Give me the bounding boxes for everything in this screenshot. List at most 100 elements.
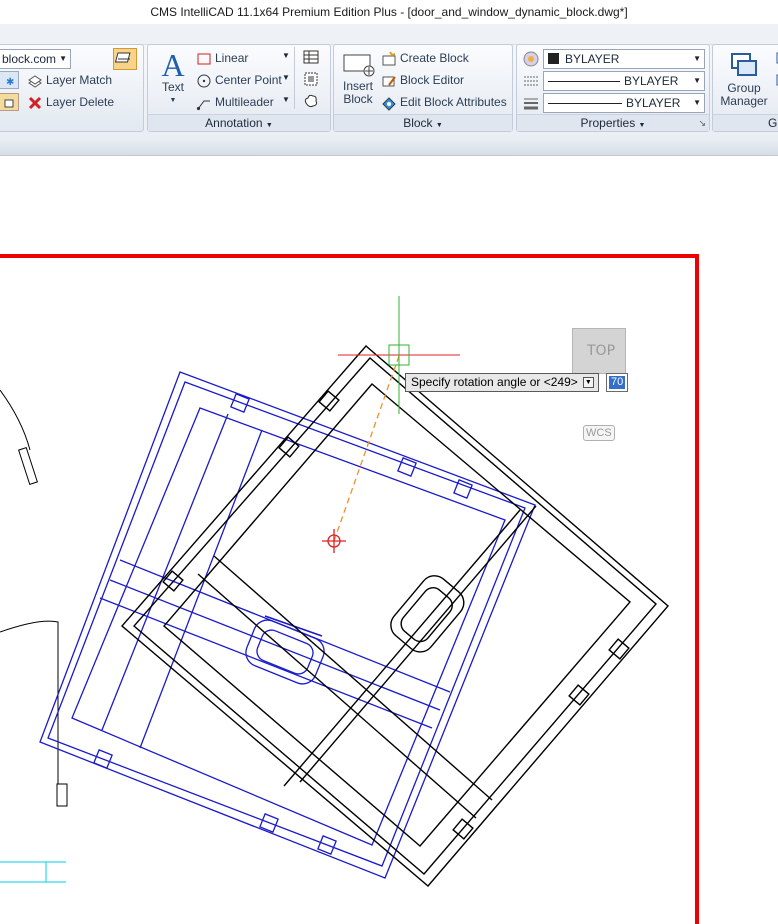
lineweight-value: BYLAYER xyxy=(626,96,681,110)
annotation-label-text: Annotation xyxy=(205,116,263,130)
hatch-icon xyxy=(304,72,318,86)
panel-divider xyxy=(294,47,295,109)
block-panel: Insert Block Create Block Block Editor E… xyxy=(333,44,513,132)
layer-match-icon xyxy=(28,75,42,88)
layer-stack-icon xyxy=(114,52,131,63)
properties-label-text: Properties xyxy=(580,116,636,130)
create-block-icon xyxy=(382,51,396,66)
rotation-angle-value: 70 xyxy=(609,376,626,389)
block-editor-label: Block Editor xyxy=(400,73,465,87)
revision-cloud-button[interactable] xyxy=(303,93,319,112)
edit-attributes-label: Edit Block Attributes xyxy=(400,95,507,109)
revision-cloud-icon xyxy=(304,94,318,108)
lineweight-combo[interactable]: BYLAYER ▼ xyxy=(543,93,705,113)
insert-block-button[interactable]: Insert Block xyxy=(338,51,378,106)
rotation-angle-input[interactable]: 70 xyxy=(606,373,628,392)
table-button[interactable] xyxy=(303,49,319,68)
lineweight-icon xyxy=(523,95,539,114)
groups-panel: Group Manager G xyxy=(712,44,778,132)
layer-match-label: Layer Match xyxy=(46,73,113,87)
ucs-indicator[interactable]: WCS xyxy=(583,425,615,441)
linear-dimension-button[interactable]: Linear xyxy=(196,48,248,68)
layer-snowflake-icon: ✱ xyxy=(6,77,14,88)
insert-block-icon xyxy=(343,54,375,77)
create-block-button[interactable]: Create Block xyxy=(381,48,469,68)
layer-delete-button[interactable]: Layer Delete xyxy=(27,92,114,112)
layer-lock-icon xyxy=(4,99,14,108)
chevron-down-icon: ▼ xyxy=(638,122,646,129)
linetype-icon xyxy=(523,73,539,92)
ribbon-tab-strip xyxy=(0,24,778,45)
properties-panel-label[interactable]: Properties ▼ ↘ xyxy=(517,114,709,131)
multileader-icon xyxy=(196,100,210,110)
door-swing-arc xyxy=(0,389,31,451)
layer-icon-button-2[interactable] xyxy=(0,93,19,111)
edit-block-attributes-button[interactable]: Edit Block Attributes xyxy=(381,92,507,112)
center-point-icon xyxy=(197,74,211,88)
command-prompt-tooltip: Specify rotation angle or <249> ▼ xyxy=(405,373,599,392)
layer-match-button[interactable]: Layer Match xyxy=(27,70,112,90)
viewcube-face-label: TOP xyxy=(587,343,616,359)
center-point-label: Center Point xyxy=(215,73,282,87)
left-door-leaf xyxy=(56,783,68,807)
hatch-button[interactable] xyxy=(303,71,319,90)
layer-combo-value: block.com xyxy=(2,52,57,66)
linetype-value: BYLAYER xyxy=(624,74,679,88)
edit-attributes-icon xyxy=(382,97,396,111)
block-editor-icon xyxy=(382,76,396,87)
chevron-down-icon: ▼ xyxy=(693,54,701,63)
selected-block xyxy=(39,371,536,879)
block-label-text: Block xyxy=(403,116,433,130)
layer-icon-button-1[interactable]: ✱ xyxy=(0,71,19,89)
color-swatch xyxy=(548,53,559,64)
rubber-band-line xyxy=(333,355,400,542)
drawing-canvas[interactable]: TOP WCS Specify rotation angle or <249> … xyxy=(0,156,778,924)
text-a-icon: A xyxy=(161,47,185,83)
annotation-panel: A Text ▼ Linear Center Point Multileader… xyxy=(147,44,331,132)
properties-panel: BYLAYER ▼ BYLAYER ▼ BYLAYER ▼ Properties… xyxy=(516,44,710,132)
layer-properties-button[interactable] xyxy=(113,48,137,70)
block-editor-button[interactable]: Block Editor xyxy=(381,70,464,90)
chevron-down-icon: ▼ xyxy=(693,76,701,85)
lineweight-sample xyxy=(548,103,622,104)
color-wheel-icon xyxy=(523,51,539,70)
chevron-down-icon: ▼ xyxy=(59,54,67,63)
color-value: BYLAYER xyxy=(565,52,620,66)
multileader-label: Multileader xyxy=(215,95,274,109)
document-tab-bar xyxy=(0,140,778,156)
drawing-svg[interactable] xyxy=(0,156,778,924)
group-manager-button[interactable]: Group Manager xyxy=(715,51,773,108)
chevron-down-icon: ▼ xyxy=(693,98,701,107)
linetype-sample xyxy=(548,81,620,82)
linetype-combo[interactable]: BYLAYER ▼ xyxy=(543,71,705,91)
center-chevron-down-icon[interactable]: ▼ xyxy=(282,73,290,82)
linear-chevron-down-icon[interactable]: ▼ xyxy=(282,51,290,60)
viewcube[interactable]: TOP xyxy=(572,328,626,374)
multileader-chevron-down-icon[interactable]: ▼ xyxy=(282,95,290,104)
table-icon xyxy=(303,50,319,64)
annotation-panel-label[interactable]: Annotation ▼ xyxy=(148,114,330,131)
text-button[interactable]: A Text ▼ xyxy=(154,49,192,107)
multileader-button[interactable]: Multileader xyxy=(196,92,274,112)
block-panel-label[interactable]: Block ▼ xyxy=(334,114,512,131)
layer-delete-label: Layer Delete xyxy=(46,95,115,109)
options-arrow-icon[interactable]: ▼ xyxy=(582,377,594,388)
color-combo[interactable]: BYLAYER ▼ xyxy=(543,49,705,69)
center-point-button[interactable]: Center Point xyxy=(196,70,282,90)
chevron-down-icon: ▼ xyxy=(435,122,443,129)
ribbon: block.com ▼ ✱ Layer Match Layer Delete A… xyxy=(0,24,778,140)
panel-launcher-icon[interactable]: ↘ xyxy=(698,115,706,131)
layers-panel: block.com ▼ ✱ Layer Match Layer Delete xyxy=(0,44,144,132)
group-manager-icon xyxy=(731,53,757,76)
layer-combo[interactable]: block.com ▼ xyxy=(0,49,71,69)
chevron-down-icon: ▼ xyxy=(265,122,273,129)
text-label: Text xyxy=(161,80,184,94)
chevron-down-icon: ▼ xyxy=(169,97,177,104)
left-door-arc xyxy=(0,620,59,788)
linear-label: Linear xyxy=(215,51,249,65)
group-manager-label-2: Manager xyxy=(720,94,768,108)
crosshair-cursor xyxy=(338,296,460,414)
door-leaf xyxy=(18,447,38,485)
window-title: CMS IntelliCAD 11.1x64 Premium Edition P… xyxy=(0,0,778,24)
base-point-marker xyxy=(322,529,346,553)
